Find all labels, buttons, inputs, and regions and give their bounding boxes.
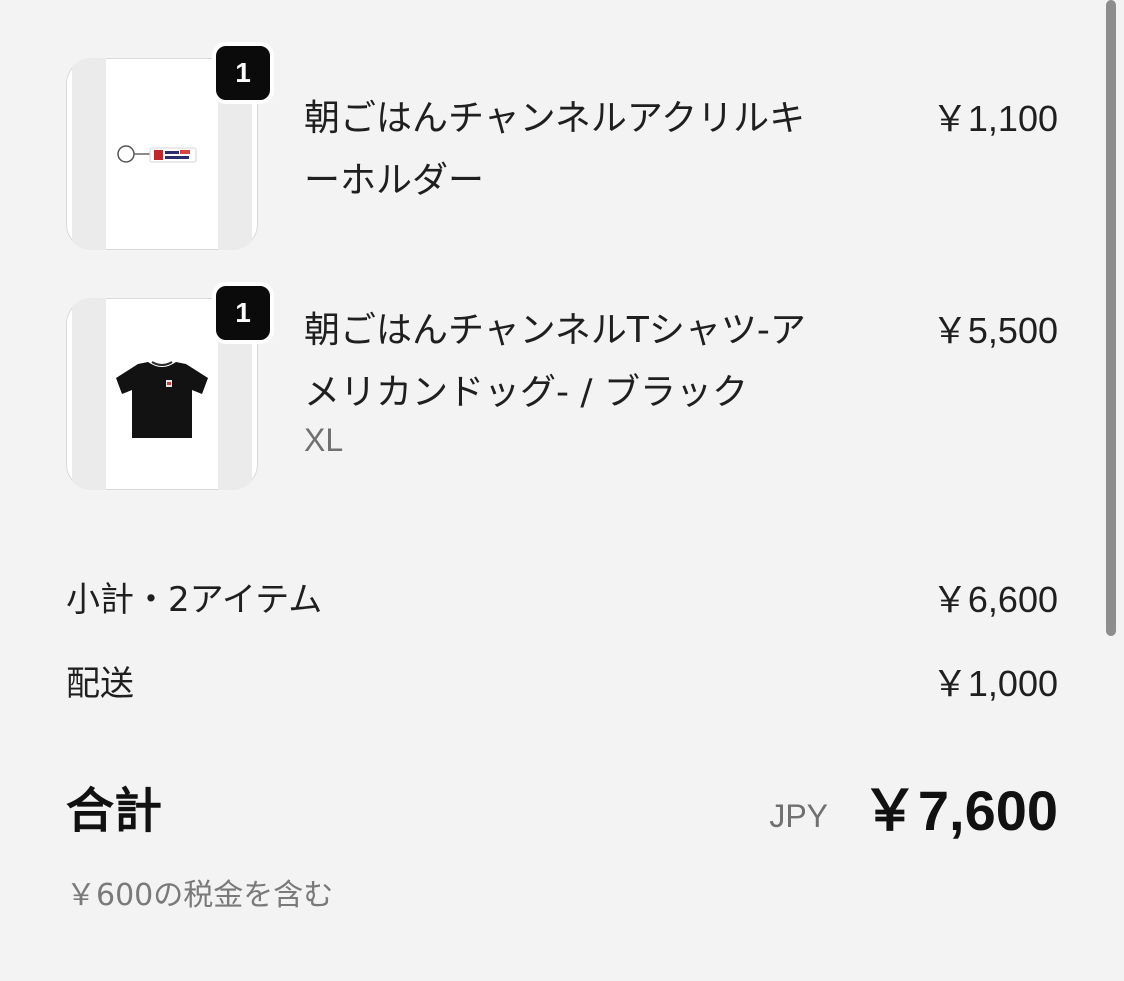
shipping-row: 配送 ￥1,000 bbox=[66, 660, 1058, 708]
product-variant: XL bbox=[304, 422, 344, 458]
cart-line-item: 1 朝ごはんチャンネルアクリルキ ーホルダー ￥1,100 bbox=[0, 0, 1124, 270]
product-name[interactable]: 朝ごはんチャンネルアクリルキ ーホルダー bbox=[304, 88, 864, 212]
total-row: 合計 JPY ￥7,600 bbox=[66, 776, 1058, 846]
total-value: ￥7,600 bbox=[861, 779, 1058, 842]
tax-note: ￥600の税金を含む bbox=[66, 878, 334, 913]
total-currency: JPY bbox=[769, 798, 828, 834]
product-name-line: 朝ごはんチャンネルアクリルキ bbox=[304, 98, 806, 139]
cart-line-item: 1 朝ごはんチャンネルTシャツ-ア メリカンドッグ- / ブラック XL ￥5,… bbox=[0, 270, 1124, 510]
subtotal-value: ￥6,600 bbox=[931, 579, 1058, 620]
product-name-line: ーホルダー bbox=[304, 160, 485, 201]
subtotal-label: 小計・2アイテム bbox=[66, 580, 323, 620]
shipping-label: 配送 bbox=[66, 664, 134, 704]
product-name[interactable]: 朝ごはんチャンネルTシャツ-ア メリカンドッグ- / ブラック bbox=[304, 300, 864, 424]
product-name-line: メリカンドッグ- / ブラック bbox=[304, 372, 749, 413]
product-price: ￥5,500 bbox=[931, 310, 1058, 351]
quantity-badge: 1 bbox=[212, 282, 274, 344]
product-price: ￥1,100 bbox=[931, 98, 1058, 139]
quantity-badge: 1 bbox=[212, 42, 274, 104]
shipping-value: ￥1,000 bbox=[931, 663, 1058, 704]
product-name-line: 朝ごはんチャンネルTシャツ-ア bbox=[304, 310, 806, 351]
subtotal-row: 小計・2アイテム ￥6,600 bbox=[66, 576, 1058, 624]
total-label: 合計 bbox=[66, 783, 163, 839]
